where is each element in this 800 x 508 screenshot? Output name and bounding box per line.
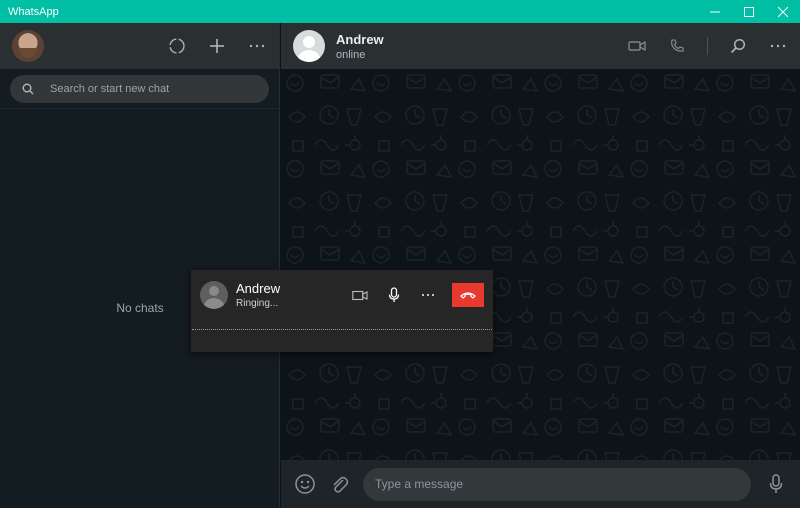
chat-pane: Andrew online bbox=[281, 23, 800, 508]
new-chat-icon bbox=[210, 39, 224, 53]
search-bar bbox=[0, 69, 279, 109]
sidebar-header bbox=[0, 23, 279, 69]
new-chat-button[interactable] bbox=[207, 36, 227, 56]
status-icon bbox=[169, 38, 185, 54]
menu-icon bbox=[249, 44, 265, 48]
my-avatar[interactable] bbox=[12, 30, 44, 62]
call-popup: Andrew Ringing... bbox=[191, 270, 493, 352]
search-icon bbox=[22, 83, 34, 94]
contact-avatar[interactable] bbox=[293, 30, 325, 62]
header-divider bbox=[707, 37, 708, 55]
message-input[interactable] bbox=[375, 477, 739, 491]
video-icon bbox=[352, 290, 368, 300]
minimize-button[interactable] bbox=[698, 0, 732, 23]
close-icon bbox=[778, 6, 788, 17]
search-icon bbox=[730, 38, 746, 54]
end-call-icon bbox=[460, 292, 476, 299]
sidebar-menu-button[interactable] bbox=[247, 36, 267, 56]
more-icon bbox=[421, 293, 435, 297]
video-call-button[interactable] bbox=[627, 36, 647, 56]
message-box bbox=[363, 467, 751, 501]
emoji-icon bbox=[295, 474, 315, 494]
mic-icon bbox=[388, 287, 400, 302]
voice-message-button[interactable] bbox=[764, 472, 788, 496]
call-progress-line bbox=[192, 329, 492, 330]
voice-call-button[interactable] bbox=[667, 36, 687, 56]
chat-search-button[interactable] bbox=[728, 36, 748, 56]
emoji-button[interactable] bbox=[293, 472, 317, 496]
call-contact-name: Andrew bbox=[236, 281, 281, 296]
minimize-icon bbox=[710, 11, 720, 12]
microphone-icon bbox=[769, 474, 783, 493]
contact-info[interactable]: Andrew online bbox=[336, 32, 384, 61]
call-more-button[interactable] bbox=[418, 285, 438, 305]
contact-status: online bbox=[336, 48, 366, 61]
chat-menu-button[interactable] bbox=[768, 36, 788, 56]
call-mute-button[interactable] bbox=[384, 285, 404, 305]
maximize-button[interactable] bbox=[732, 0, 766, 23]
close-button[interactable] bbox=[766, 0, 800, 23]
sidebar: No chats bbox=[0, 23, 280, 508]
contact-name: Andrew bbox=[336, 31, 384, 47]
video-call-icon bbox=[628, 40, 646, 52]
search-box bbox=[10, 74, 269, 103]
attach-button[interactable] bbox=[327, 472, 351, 496]
message-composer bbox=[281, 460, 800, 508]
end-call-button[interactable] bbox=[452, 283, 484, 307]
doodle-pattern bbox=[281, 69, 800, 460]
call-avatar bbox=[200, 281, 228, 309]
call-video-button[interactable] bbox=[350, 285, 370, 305]
search-input[interactable] bbox=[50, 82, 257, 95]
paperclip-icon bbox=[333, 476, 349, 493]
chat-wallpaper bbox=[281, 69, 800, 460]
title-bar: WhatsApp bbox=[0, 0, 800, 23]
status-button[interactable] bbox=[167, 36, 187, 56]
menu-icon bbox=[770, 44, 786, 48]
voice-call-icon bbox=[671, 39, 684, 52]
window-title: WhatsApp bbox=[8, 5, 59, 18]
maximize-icon bbox=[744, 6, 754, 17]
call-status: Ringing... bbox=[236, 298, 279, 309]
chat-header: Andrew online bbox=[281, 23, 800, 69]
